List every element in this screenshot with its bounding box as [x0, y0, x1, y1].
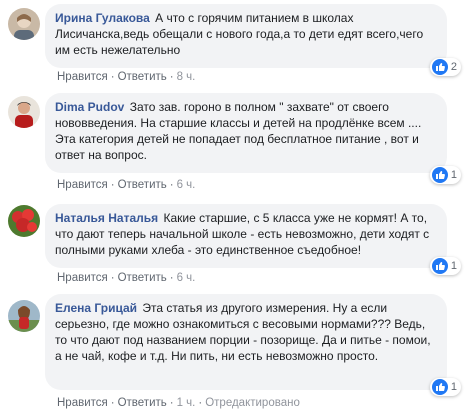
comment-bubble: Dima Pudov Зато зав. гороно в полном " з… — [45, 93, 461, 184]
reaction-count[interactable]: 2 — [429, 58, 461, 76]
reaction-count-value: 1 — [450, 260, 457, 272]
comment-author[interactable]: Елена Грицай — [55, 301, 137, 315]
reaction-count[interactable]: 1 — [429, 257, 461, 275]
like-link[interactable]: Нравится — [57, 272, 108, 284]
comment-actions: Нравится · Ответить · 8 ч. — [57, 71, 195, 83]
avatar[interactable] — [8, 205, 40, 237]
separator-dot: · — [169, 397, 174, 409]
comment-bubble: Елена Грицай Эта статья из другого измер… — [45, 294, 461, 396]
separator-dot: · — [169, 272, 174, 284]
comment-actions: Нравится · Ответить · 6 ч. — [57, 272, 195, 284]
comment-bubble: Ирина Гулакова А что с горячим питанием … — [45, 4, 461, 76]
comment-author[interactable]: Ирина Гулакова — [55, 11, 150, 25]
reply-link[interactable]: Ответить — [118, 397, 167, 409]
comment-actions: Нравится · Ответить · 6 ч. — [57, 179, 195, 191]
comment-actions: Нравится · Ответить · 1 ч. · Отредактировано — [57, 397, 300, 409]
avatar-image — [8, 300, 40, 332]
separator-dot: · — [169, 179, 174, 191]
separator-dot: · — [110, 272, 115, 284]
avatar[interactable] — [8, 300, 40, 332]
avatar[interactable] — [8, 8, 40, 40]
separator-dot: · — [169, 71, 174, 83]
comment-timestamp[interactable]: 6 ч. — [177, 272, 196, 284]
thumbs-up-icon — [431, 258, 448, 274]
like-link[interactable]: Нравится — [57, 397, 108, 409]
reaction-count-value: 1 — [450, 169, 457, 181]
reaction-count-value: 2 — [450, 61, 457, 73]
separator-dot: · — [198, 397, 203, 409]
thumbs-up-icon — [431, 379, 448, 395]
separator-dot: · — [110, 397, 115, 409]
comment-timestamp[interactable]: 1 ч. — [177, 397, 196, 409]
reaction-count-value: 1 — [450, 381, 457, 393]
comment-timestamp[interactable]: 8 ч. — [177, 71, 196, 83]
comment-bubble: Наталья Наталья Какие старшие, с 5 класс… — [45, 204, 461, 275]
avatar[interactable] — [8, 96, 40, 128]
avatar-image — [8, 96, 40, 128]
separator-dot: · — [110, 71, 115, 83]
comment-timestamp[interactable]: 6 ч. — [177, 179, 196, 191]
avatar-image — [8, 8, 40, 40]
comment-author[interactable]: Dima Pudov — [55, 100, 124, 114]
edited-label[interactable]: Отредактировано — [205, 397, 300, 409]
reply-link[interactable]: Ответить — [118, 71, 167, 83]
thumbs-up-icon — [431, 167, 448, 183]
reaction-count[interactable]: 1 — [429, 166, 461, 184]
like-link[interactable]: Нравится — [57, 71, 108, 83]
comment-author[interactable]: Наталья Наталья — [55, 211, 158, 225]
avatar-image — [8, 205, 40, 237]
like-link[interactable]: Нравится — [57, 179, 108, 191]
reply-link[interactable]: Ответить — [118, 272, 167, 284]
separator-dot: · — [110, 179, 115, 191]
reaction-count[interactable]: 1 — [429, 378, 461, 396]
reply-link[interactable]: Ответить — [118, 179, 167, 191]
thumbs-up-icon — [431, 59, 448, 75]
